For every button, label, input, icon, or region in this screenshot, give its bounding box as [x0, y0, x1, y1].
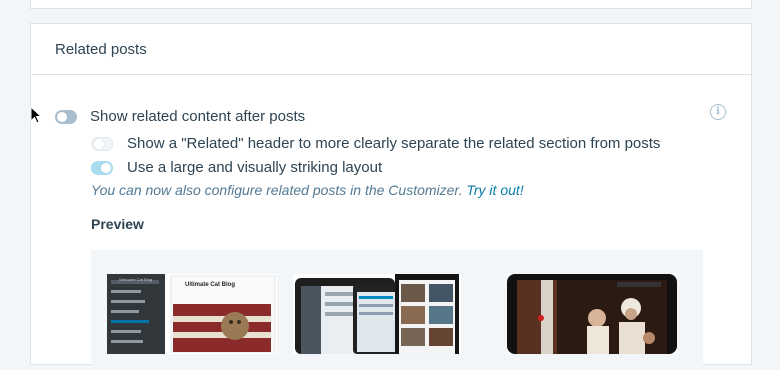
try-it-out-link[interactable]: Try it out!	[466, 182, 523, 198]
customizer-hint-text: You can now also configure related posts…	[91, 182, 463, 198]
customizer-hint: You can now also configure related posts…	[91, 182, 524, 198]
large-layout-label: Use a large and visually striking layout	[127, 159, 383, 176]
card-title: Related posts	[55, 40, 147, 58]
related-header-row: Show a "Related" header to more clearly …	[91, 135, 660, 152]
related-header-toggle	[91, 136, 113, 151]
card-header: Related posts	[31, 24, 751, 75]
info-icon[interactable]: i	[710, 104, 726, 120]
show-related-label[interactable]: Show related content after posts	[90, 108, 305, 125]
related-header-label: Show a "Related" header to more clearly …	[127, 135, 661, 152]
preview-thumbnail-3	[507, 274, 677, 354]
preview-title: Preview	[91, 216, 144, 232]
large-layout-row: Use a large and visually striking layout	[91, 159, 382, 176]
devices-image	[293, 274, 461, 354]
related-posts-card: Related posts i Show related content aft…	[30, 23, 752, 370]
thumbnail-blog-subtitle: Welcome Cat Blog	[119, 277, 153, 282]
show-related-toggle[interactable]	[55, 109, 77, 124]
preview-thumbnail-1: Ultimate Cat Blog Welcome Cat Blog	[107, 274, 277, 354]
show-related-row[interactable]: Show related content after posts	[55, 108, 305, 125]
thumbnail-blog-title: Ultimate Cat Blog	[185, 282, 236, 288]
tablet-video-image	[507, 274, 677, 354]
previous-card	[30, 0, 752, 9]
mouse-pointer-icon	[30, 106, 43, 124]
large-layout-toggle	[91, 160, 113, 175]
preview-area: Ultimate Cat Blog Welcome Cat Blog	[91, 250, 703, 370]
preview-thumbnail-2	[293, 274, 461, 354]
